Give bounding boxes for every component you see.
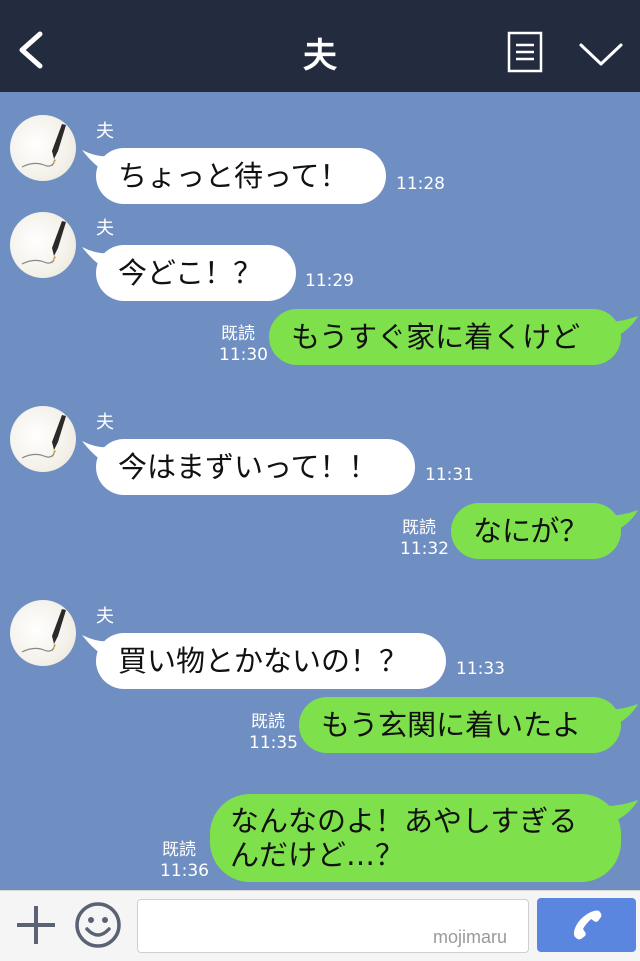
avatar[interactable] xyxy=(10,212,76,278)
avatar[interactable] xyxy=(10,115,76,181)
message-bubble-incoming[interactable]: ちょっと待って！ xyxy=(96,148,386,204)
bubble-tail xyxy=(606,510,638,534)
message-time: 11:32 xyxy=(400,539,449,559)
avatar[interactable] xyxy=(10,406,76,472)
read-receipt: 既読 xyxy=(402,518,436,538)
avatar[interactable] xyxy=(10,600,76,666)
message-time: 11:36 xyxy=(160,861,209,881)
message-bubble-incoming[interactable]: 買い物とかないの！？ xyxy=(96,633,446,689)
message-time: 11:29 xyxy=(305,271,354,291)
fountain-pen-icon xyxy=(21,124,66,168)
notes-icon[interactable] xyxy=(507,31,543,73)
input-bar xyxy=(0,890,640,961)
sender-name: 夫 xyxy=(96,218,114,239)
smiley-icon[interactable] xyxy=(74,901,122,949)
message-time: 11:33 xyxy=(456,659,505,679)
call-button[interactable] xyxy=(537,898,636,952)
message-list[interactable]: 夫 ちょっと待って！ 11:28 夫 今どこ！？ 11:29 既読 11:30 … xyxy=(0,92,640,890)
message-input[interactable] xyxy=(137,899,529,953)
message-bubble-outgoing[interactable]: もう玄関に着いたよ xyxy=(299,697,621,753)
message-bubble-outgoing[interactable]: なんなのよ！あやしすぎるんだけど…？ xyxy=(210,794,621,882)
sender-name: 夫 xyxy=(96,606,114,627)
phone-icon xyxy=(573,910,601,940)
fountain-pen-icon xyxy=(21,221,66,265)
read-receipt: 既読 xyxy=(162,840,196,860)
message-time: 11:31 xyxy=(425,465,474,485)
sender-name: 夫 xyxy=(96,412,114,433)
bubble-tail xyxy=(606,316,638,340)
message-time: 11:30 xyxy=(219,345,268,365)
message-bubble-outgoing[interactable]: なにが？ xyxy=(451,503,621,559)
fountain-pen-icon xyxy=(21,609,66,653)
message-bubble-incoming[interactable]: 今どこ！？ xyxy=(96,245,296,301)
read-receipt: 既読 xyxy=(221,324,255,344)
bubble-tail xyxy=(606,800,638,824)
read-receipt: 既読 xyxy=(251,712,285,732)
message-bubble-outgoing[interactable]: もうすぐ家に着くけど xyxy=(269,309,621,365)
message-time: 11:28 xyxy=(396,174,445,194)
sender-name: 夫 xyxy=(96,121,114,142)
message-time: 11:35 xyxy=(249,733,298,753)
message-bubble-incoming[interactable]: 今はまずいって！！ xyxy=(96,439,415,495)
chat-title: 夫 xyxy=(303,36,337,76)
plus-icon[interactable] xyxy=(15,902,57,948)
bubble-tail xyxy=(606,704,638,728)
fountain-pen-icon xyxy=(21,415,66,459)
chevron-down-icon[interactable] xyxy=(578,40,624,68)
chat-header: 夫 xyxy=(0,0,640,92)
